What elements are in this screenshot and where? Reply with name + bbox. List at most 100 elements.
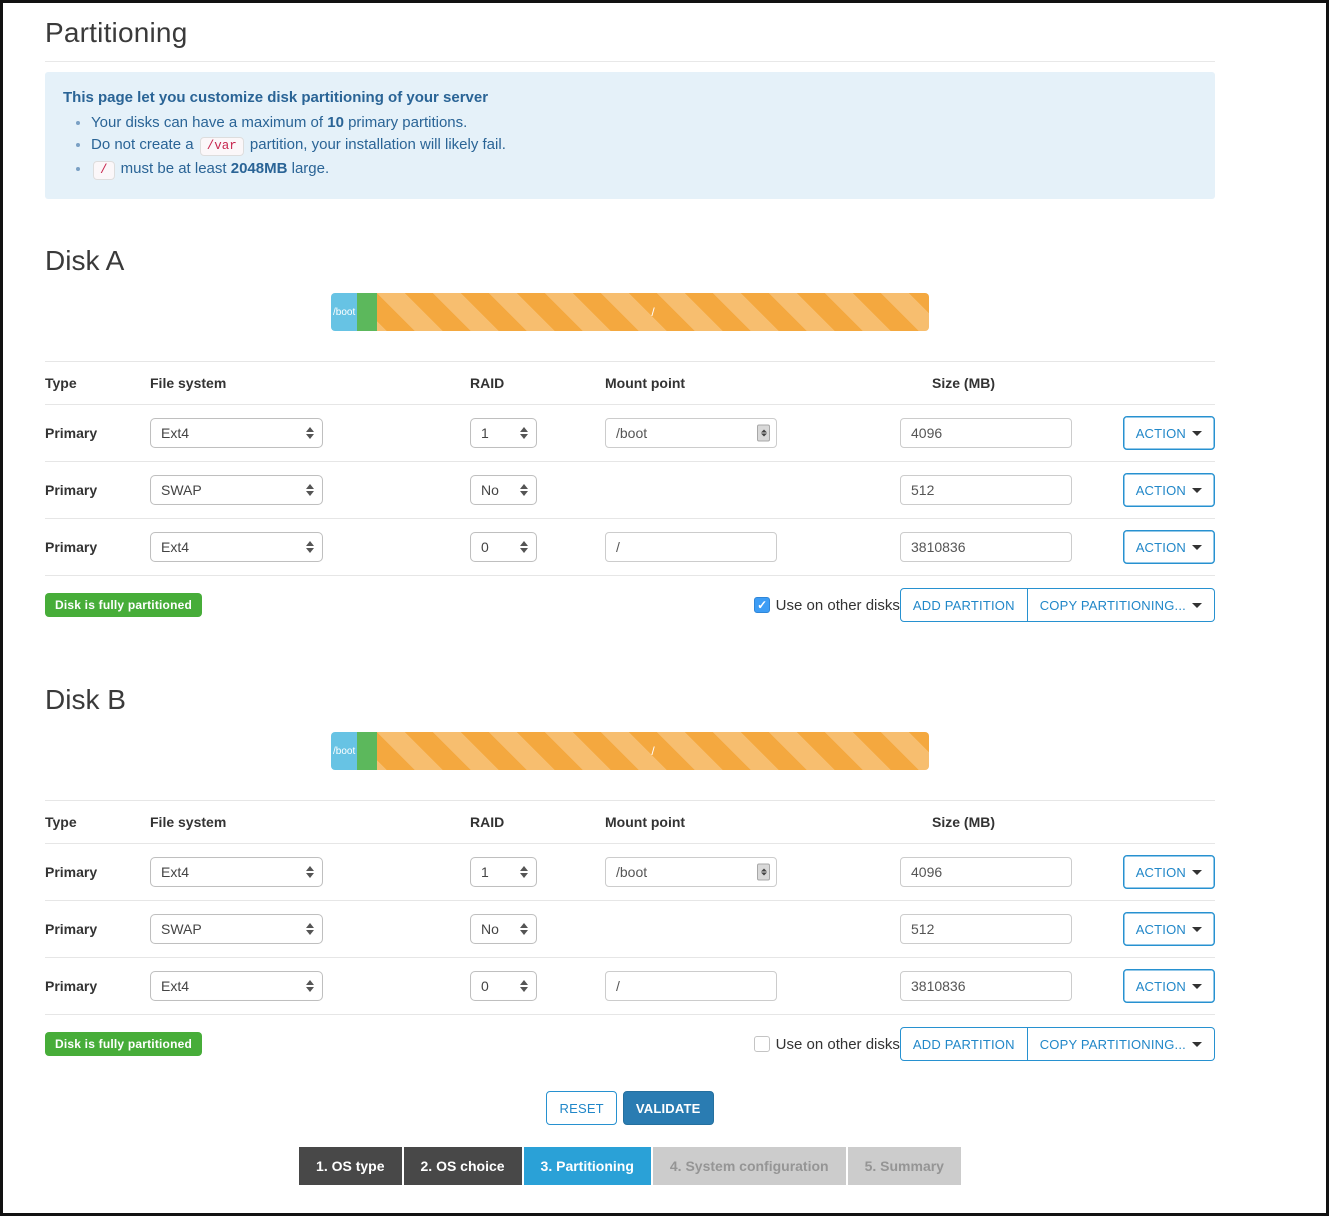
input-stepper-icon[interactable] xyxy=(757,425,770,442)
use-on-other-disks-label: Use on other disks xyxy=(776,1036,900,1053)
tab-os-type[interactable]: 1. OS type xyxy=(299,1147,401,1185)
use-on-other-disks-checkbox[interactable] xyxy=(754,597,770,613)
tab-partitioning[interactable]: 3. Partitioning xyxy=(524,1147,651,1185)
select-stepper-icon xyxy=(306,427,314,439)
filesystem-select[interactable]: SWAP xyxy=(150,914,323,944)
disk-b-table-header: Type File system RAID Mount point Size (… xyxy=(45,800,1215,844)
disk-a-bar-root-segment: / xyxy=(377,293,929,331)
disk-a-footer: Disk is fully partitioned Use on other d… xyxy=(45,588,1215,622)
action-dropdown-button[interactable]: ACTION xyxy=(1123,530,1215,564)
disk-b-partition-bar: /boot / xyxy=(331,732,929,770)
mount-point-input[interactable] xyxy=(605,857,777,887)
info-bullet-max-partitions: Your disks can have a maximum of 10 prim… xyxy=(91,113,1197,132)
col-header-raid: RAID xyxy=(470,814,605,830)
status-badge: Disk is fully partitioned xyxy=(45,593,202,617)
disk-b-title: Disk B xyxy=(45,684,1215,716)
action-dropdown-button[interactable]: ACTION xyxy=(1123,912,1215,946)
action-dropdown-button[interactable]: ACTION xyxy=(1123,855,1215,889)
title-divider xyxy=(45,61,1215,62)
filesystem-select[interactable]: Ext4 xyxy=(150,857,323,887)
mount-point-input[interactable] xyxy=(605,971,777,1001)
input-stepper-icon[interactable] xyxy=(757,864,770,881)
size-input[interactable] xyxy=(900,971,1072,1001)
filesystem-select[interactable]: Ext4 xyxy=(150,418,323,448)
raid-select[interactable]: No xyxy=(470,475,537,505)
size-input[interactable] xyxy=(900,857,1072,887)
raid-select[interactable]: 0 xyxy=(470,532,537,562)
chevron-down-icon xyxy=(1192,431,1202,436)
disk-a-table-header: Type File system RAID Mount point Size (… xyxy=(45,361,1215,405)
partition-type-label: Primary xyxy=(45,978,150,994)
disk-a-partition-table: Type File system RAID Mount point Size (… xyxy=(45,361,1215,576)
table-row: Primary SWAP No ACTION xyxy=(45,901,1215,958)
chevron-down-icon xyxy=(1192,870,1202,875)
chevron-down-icon xyxy=(1192,603,1202,608)
filesystem-select[interactable]: Ext4 xyxy=(150,532,323,562)
copy-partitioning-button[interactable]: COPY PARTITIONING... xyxy=(1028,1027,1215,1061)
table-row: Primary Ext4 1 ACTION xyxy=(45,844,1215,901)
copy-partitioning-button[interactable]: COPY PARTITIONING... xyxy=(1028,588,1215,622)
partition-type-label: Primary xyxy=(45,539,150,555)
disk-b-button-group: ADD PARTITION COPY PARTITIONING... xyxy=(900,1027,1215,1061)
select-stepper-icon xyxy=(306,980,314,992)
partition-type-label: Primary xyxy=(45,425,150,441)
info-bullet-list: Your disks can have a maximum of 10 prim… xyxy=(91,113,1197,180)
select-stepper-icon xyxy=(520,980,528,992)
page-container: Partitioning This page let you customize… xyxy=(45,3,1215,1209)
chevron-down-icon xyxy=(1192,1042,1202,1047)
root-code-chip: / xyxy=(93,161,115,180)
mount-point-input[interactable] xyxy=(605,532,777,562)
mount-point-input[interactable] xyxy=(605,418,777,448)
raid-select[interactable]: 1 xyxy=(470,857,537,887)
disk-a-bar-boot-segment: /boot xyxy=(331,293,357,331)
size-input[interactable] xyxy=(900,532,1072,562)
raid-select[interactable]: 1 xyxy=(470,418,537,448)
var-code-chip: /var xyxy=(200,137,244,156)
wizard-steps: 1. OS type 2. OS choice 3. Partitioning … xyxy=(45,1147,1215,1209)
validate-button[interactable]: VALIDATE xyxy=(623,1091,714,1125)
col-header-mountpoint: Mount point xyxy=(605,375,900,391)
col-header-filesystem: File system xyxy=(150,375,470,391)
disk-a-bar-swap-segment xyxy=(357,293,377,331)
use-on-other-disks-checkbox[interactable] xyxy=(754,1036,770,1052)
filesystem-select[interactable]: SWAP xyxy=(150,475,323,505)
disk-b-partition-table: Type File system RAID Mount point Size (… xyxy=(45,800,1215,1015)
col-header-mountpoint: Mount point xyxy=(605,814,900,830)
filesystem-select[interactable]: Ext4 xyxy=(150,971,323,1001)
select-stepper-icon xyxy=(520,427,528,439)
select-stepper-icon xyxy=(306,541,314,553)
info-bullet-root-size: / must be at least 2048MB large. xyxy=(91,159,1197,180)
action-dropdown-button[interactable]: ACTION xyxy=(1123,416,1215,450)
select-stepper-icon xyxy=(520,484,528,496)
col-header-raid: RAID xyxy=(470,375,605,391)
disk-a-button-group: ADD PARTITION COPY PARTITIONING... xyxy=(900,588,1215,622)
tab-system-configuration: 4. System configuration xyxy=(653,1147,846,1185)
table-row: Primary Ext4 0 ACTION xyxy=(45,519,1215,576)
info-heading: This page let you customize disk partiti… xyxy=(63,89,1197,106)
action-dropdown-button[interactable]: ACTION xyxy=(1123,473,1215,507)
add-partition-button[interactable]: ADD PARTITION xyxy=(900,588,1028,622)
chevron-down-icon xyxy=(1192,984,1202,989)
table-row: Primary SWAP No ACTION xyxy=(45,462,1215,519)
select-stepper-icon xyxy=(520,541,528,553)
size-input[interactable] xyxy=(900,475,1072,505)
chevron-down-icon xyxy=(1192,927,1202,932)
info-bullet-var-warning: Do not create a /var partition, your ins… xyxy=(91,135,1197,156)
size-input[interactable] xyxy=(900,914,1072,944)
reset-button[interactable]: RESET xyxy=(546,1091,616,1125)
select-stepper-icon xyxy=(520,866,528,878)
select-stepper-icon xyxy=(306,866,314,878)
raid-select[interactable]: No xyxy=(470,914,537,944)
tab-summary: 5. Summary xyxy=(848,1147,961,1185)
add-partition-button[interactable]: ADD PARTITION xyxy=(900,1027,1028,1061)
select-stepper-icon xyxy=(520,923,528,935)
chevron-down-icon xyxy=(1192,488,1202,493)
form-actions: RESET VALIDATE xyxy=(45,1091,1215,1125)
action-dropdown-button[interactable]: ACTION xyxy=(1123,969,1215,1003)
size-input[interactable] xyxy=(900,418,1072,448)
col-header-size: Size (MB) xyxy=(900,375,1135,391)
disk-b-footer: Disk is fully partitioned Use on other d… xyxy=(45,1027,1215,1061)
disk-b-bar-swap-segment xyxy=(357,732,377,770)
raid-select[interactable]: 0 xyxy=(470,971,537,1001)
tab-os-choice[interactable]: 2. OS choice xyxy=(404,1147,522,1185)
